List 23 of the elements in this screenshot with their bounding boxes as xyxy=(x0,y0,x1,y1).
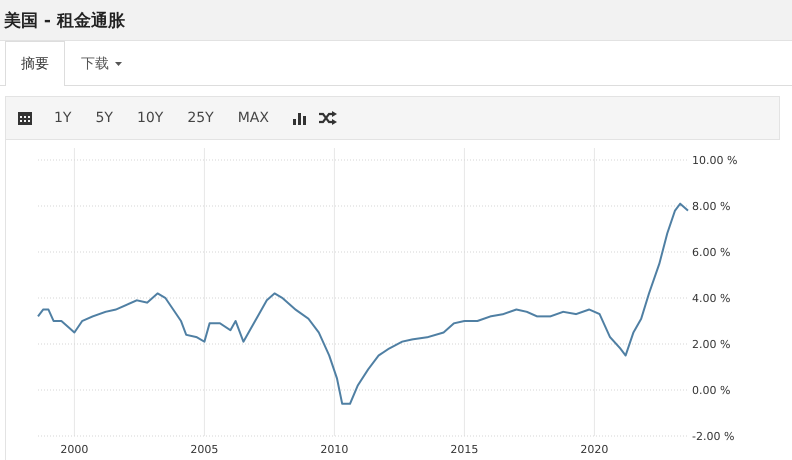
tab[interactable]: 摘要 xyxy=(5,41,65,86)
x-axis-label: 2015 xyxy=(450,443,478,456)
x-axis-label: 2010 xyxy=(320,443,348,456)
y-axis-label: 4.00 % xyxy=(692,292,730,305)
page-title: 美国 - 租金通胀 xyxy=(4,10,125,32)
range-button[interactable]: MAX xyxy=(228,106,279,130)
range-button[interactable]: 1Y xyxy=(44,106,82,130)
y-axis-label: 0.00 % xyxy=(692,384,730,397)
range-button[interactable]: 25Y xyxy=(177,106,224,130)
y-axis-label: 6.00 % xyxy=(692,246,730,259)
tab[interactable]: 下载 xyxy=(65,41,138,85)
range-button[interactable]: 5Y xyxy=(85,106,123,130)
calendar-icon[interactable] xyxy=(18,111,32,125)
range-button[interactable]: 10Y xyxy=(126,106,174,130)
bar-chart-icon[interactable] xyxy=(292,111,307,125)
x-axis-label: 2020 xyxy=(580,443,608,456)
x-axis-label: 2000 xyxy=(60,443,88,456)
y-axis-label: -2.00 % xyxy=(692,430,734,443)
y-axis-label: 8.00 % xyxy=(692,200,730,213)
y-axis-label: 2.00 % xyxy=(692,338,730,351)
x-axis-label: 2005 xyxy=(190,443,218,456)
y-axis-label: 10.00 % xyxy=(692,154,738,167)
shuffle-icon[interactable] xyxy=(318,111,337,125)
